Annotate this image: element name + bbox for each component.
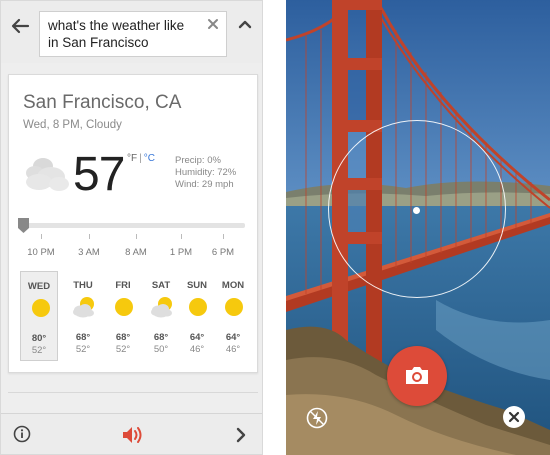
chevron-up-icon[interactable]	[236, 15, 254, 33]
slider-tick	[181, 234, 182, 239]
day-high-temp: 68°	[115, 332, 131, 343]
time-label: 8 AM	[125, 247, 147, 258]
slider-tick	[223, 234, 224, 239]
bottom-bar	[1, 413, 262, 454]
weather-stats: Precip: 0% Humidity: 72% Wind: 29 mph	[175, 155, 236, 191]
day-low-temp: 46°	[189, 344, 205, 355]
day-low-temp: 46°	[225, 344, 241, 355]
forecast-day[interactable]: SAT 68° 50°	[142, 271, 180, 361]
sunny-icon	[113, 296, 135, 323]
day-high-temp: 64°	[225, 332, 241, 343]
close-icon[interactable]	[502, 405, 526, 429]
unit-celsius-link[interactable]: °C	[144, 153, 155, 164]
day-low-temp: 52°	[31, 345, 47, 356]
screenshot: what's the weather like in San Francisco…	[0, 0, 550, 455]
time-label: 1 PM	[169, 247, 193, 258]
unit-fahrenheit[interactable]: °F	[127, 153, 137, 164]
forecast-day[interactable]: FRI 68° 52°	[104, 271, 142, 361]
precipitation: Precip: 0%	[175, 155, 221, 166]
divider	[8, 392, 258, 393]
sunny-icon	[223, 296, 245, 323]
day-high-temp: 68°	[153, 332, 169, 343]
chevron-right-icon[interactable]	[234, 426, 248, 444]
day-name: THU	[73, 280, 93, 291]
focus-point	[413, 207, 420, 214]
day-name: MON	[221, 280, 245, 291]
forecast-day[interactable]: MON 64° 46°	[214, 271, 252, 361]
cloud-icon	[21, 153, 71, 198]
sunny-icon	[187, 296, 209, 323]
day-name: SUN	[186, 280, 208, 291]
search-bar: what's the weather like in San Francisco	[1, 1, 262, 63]
forecast-day[interactable]: SUN 64° 46°	[178, 271, 216, 361]
day-high-temp: 64°	[189, 332, 205, 343]
day-name: WED	[27, 281, 51, 292]
day-low-temp: 52°	[115, 344, 131, 355]
day-high-temp: 80°	[31, 333, 47, 344]
day-high-temp: 68°	[75, 332, 91, 343]
flash-off-icon[interactable]	[306, 407, 328, 429]
speaker-icon[interactable]	[121, 424, 145, 446]
hourly-slider-thumb[interactable]	[18, 218, 29, 233]
camera-icon	[406, 367, 428, 384]
day-low-temp: 52°	[75, 344, 91, 355]
search-query[interactable]: what's the weather like in San Francisco	[48, 17, 198, 51]
search-app: what's the weather like in San Francisco…	[0, 0, 263, 455]
slider-tick	[89, 234, 90, 239]
humidity: Humidity: 72%	[175, 167, 237, 178]
camera-viewfinder	[286, 0, 550, 455]
weather-location: San Francisco, CA	[23, 92, 182, 113]
day-name: FRI	[115, 280, 131, 291]
slider-tick	[41, 234, 42, 239]
time-label: 10 PM	[27, 247, 55, 258]
info-icon[interactable]	[13, 425, 31, 443]
search-input[interactable]: what's the weather like in San Francisco	[39, 11, 227, 57]
sunny-icon	[30, 297, 52, 324]
weather-card: San Francisco, CA Wed, 8 PM, Cloudy 57 °…	[8, 74, 258, 373]
day-name: SAT	[151, 280, 171, 291]
current-temperature: 57	[73, 148, 125, 201]
forecast-day[interactable]: THU 68° 52°	[64, 271, 102, 361]
time-label: 6 PM	[211, 247, 235, 258]
unit-toggle: °F | °C	[127, 153, 155, 164]
close-icon[interactable]	[206, 17, 220, 31]
slider-tick	[136, 234, 137, 239]
partly-cloudy-icon	[151, 296, 173, 323]
day-low-temp: 50°	[153, 344, 169, 355]
weather-condition: Wed, 8 PM, Cloudy	[23, 119, 122, 131]
wind: Wind: 29 mph	[175, 179, 234, 190]
hourly-slider-track[interactable]	[19, 223, 245, 228]
partly-cloudy-icon	[73, 296, 95, 323]
time-label: 3 AM	[78, 247, 100, 258]
arrow-left-icon[interactable]	[9, 15, 31, 37]
unit-separator: |	[139, 153, 142, 164]
capture-button[interactable]	[387, 346, 447, 406]
forecast-day[interactable]: WED 80° 52°	[20, 271, 58, 361]
